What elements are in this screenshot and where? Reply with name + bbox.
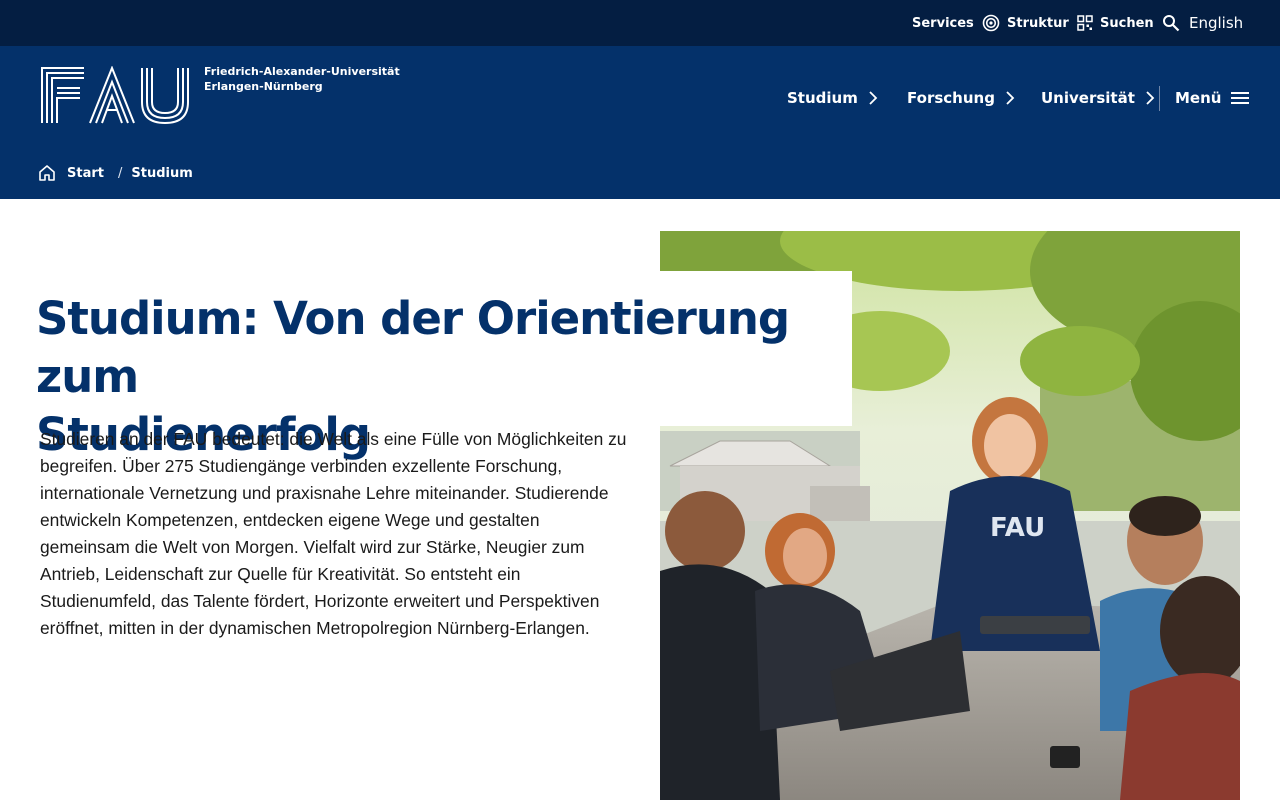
site-header: Friedrich-Alexander-Universität Erlangen…	[0, 46, 1280, 199]
services-label: Services	[912, 15, 974, 31]
services-link[interactable]: Services	[912, 0, 1000, 46]
search-label: Suchen	[1100, 15, 1154, 31]
nav-studium-label: Studium	[787, 89, 858, 107]
chevron-right-icon	[869, 91, 878, 105]
language-label: English	[1189, 14, 1244, 32]
struktur-label: Struktur	[1007, 15, 1069, 31]
university-name[interactable]: Friedrich-Alexander-Universität Erlangen…	[204, 64, 400, 94]
hamburger-menu-icon	[1231, 92, 1250, 104]
breadcrumb: Start / Studium	[38, 162, 193, 184]
nav-studium[interactable]: Studium	[787, 78, 878, 118]
breadcrumb-current: Studium	[131, 165, 193, 181]
utility-bar: Services Struktur Suchen English	[0, 0, 1280, 46]
nav-forschung-label: Forschung	[907, 89, 995, 107]
university-name-line2: Erlangen-Nürnberg	[204, 80, 323, 93]
nav-universitaet-label: Universität	[1041, 89, 1135, 107]
breadcrumb-separator: /	[117, 165, 123, 181]
fau-logo[interactable]	[40, 66, 190, 124]
search-link[interactable]: Suchen	[1100, 0, 1180, 46]
search-icon	[1162, 15, 1179, 32]
struktur-link[interactable]: Struktur	[1007, 0, 1093, 46]
nav-forschung[interactable]: Forschung	[907, 78, 1015, 118]
nav-divider	[1159, 86, 1160, 111]
menu-button[interactable]: Menü	[1175, 78, 1250, 118]
intro-paragraph: Studieren an der FAU bedeutet: die Welt …	[40, 429, 627, 638]
services-icon	[982, 14, 1000, 32]
breadcrumb-start[interactable]: Start	[67, 166, 104, 181]
home-icon[interactable]	[38, 164, 56, 182]
menu-label: Menü	[1175, 89, 1222, 107]
struktur-icon	[1077, 15, 1093, 31]
nav-universitaet[interactable]: Universität	[1041, 78, 1155, 118]
hoodie-print: FAU	[990, 513, 1045, 543]
language-switch-english[interactable]: English	[1189, 0, 1243, 46]
university-name-line1: Friedrich-Alexander-Universität	[204, 65, 400, 78]
page-title-line1: Studium: Von der Orientierung zum	[36, 292, 790, 403]
chevron-right-icon	[1146, 91, 1155, 105]
chevron-right-icon	[1006, 91, 1015, 105]
